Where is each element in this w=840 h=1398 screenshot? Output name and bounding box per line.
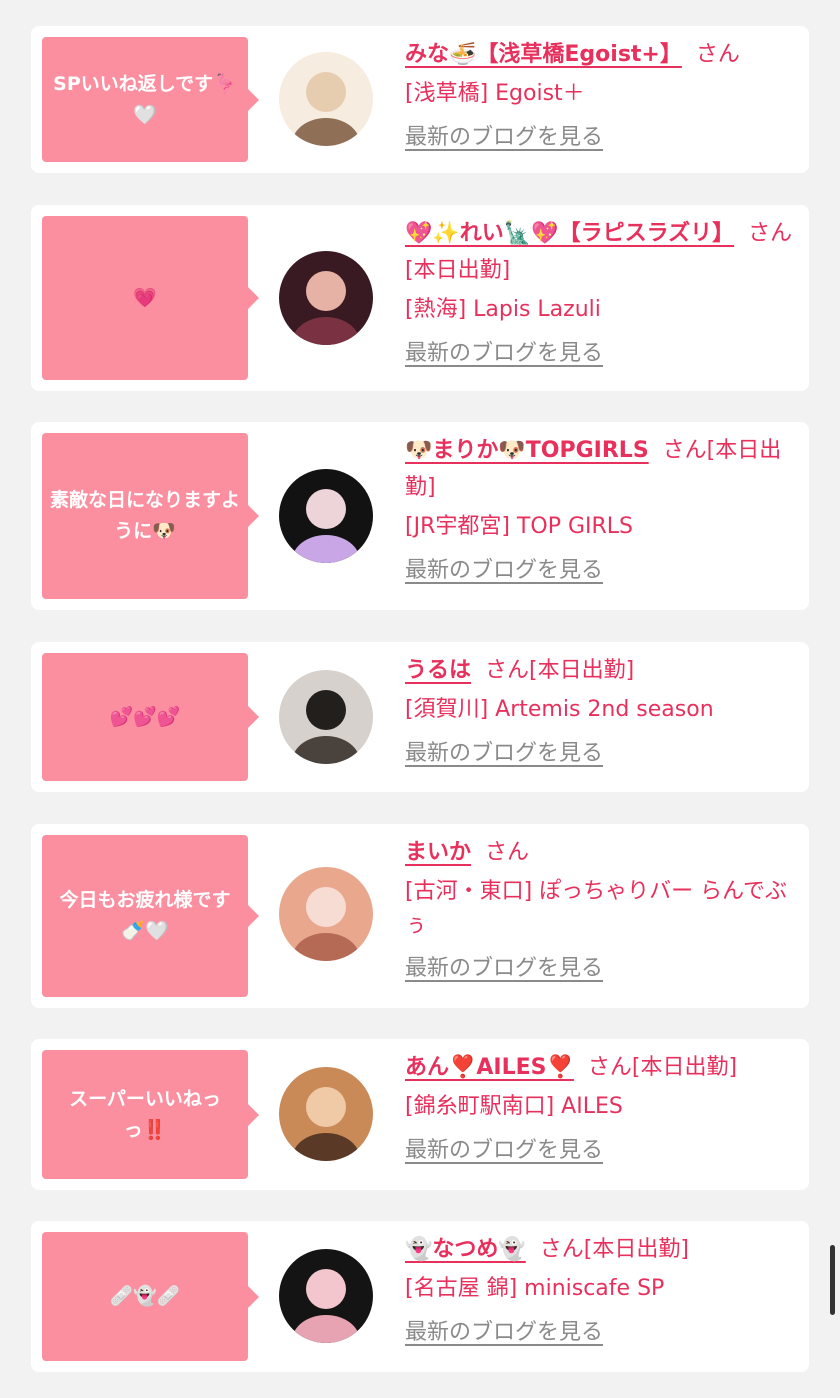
avatar[interactable] bbox=[279, 469, 373, 563]
entry-info: 👻なつめ👻 さん[本日出勤] [名古屋 錦] miniscafe SP 最新のブロ… bbox=[405, 1231, 799, 1353]
avatar-photo bbox=[279, 670, 373, 764]
entry-info: 💖✨れい🗽💖【ラピスラズリ】 さん[本日出勤] [熱海] Lapis Lazuli… bbox=[405, 215, 799, 374]
message-text: 今日もお疲れ様です🍼🤍 bbox=[59, 889, 231, 942]
entry-info: うるは さん[本日出勤] [須賀川] Artemis 2nd season 最新の… bbox=[405, 652, 799, 774]
avatar[interactable] bbox=[279, 1067, 373, 1161]
message-bubble: SPいいね返しです🦩🤍 bbox=[42, 37, 259, 162]
entry-info: まいか さん [古河・東口] ぽっちゃりバー らんでぶぅ 最新のブログを見る bbox=[405, 834, 799, 989]
name-line: 👻なつめ👻 さん[本日出勤] bbox=[405, 1231, 799, 1268]
name-line: まいか さん bbox=[405, 834, 799, 871]
avatar[interactable] bbox=[279, 251, 373, 345]
message-text: 💗 bbox=[133, 286, 157, 309]
message-text: 🩹👻🩹 bbox=[109, 1285, 181, 1307]
name-line: うるは さん[本日出勤] bbox=[405, 652, 799, 689]
message-bubble: スーパーいいねっっ‼️ bbox=[42, 1050, 259, 1179]
message-bubble: 🩹👻🩹 bbox=[42, 1232, 259, 1361]
avatar-photo bbox=[279, 1249, 373, 1343]
girl-name-link[interactable]: うるは bbox=[405, 658, 471, 683]
honorific: さん[本日出勤] bbox=[539, 1237, 689, 1262]
shop-name: [古河・東口] ぽっちゃりバー らんでぶぅ bbox=[405, 879, 788, 938]
latest-blog-link[interactable]: 最新のブログを見る bbox=[405, 117, 603, 158]
honorific: さん[本日出勤] bbox=[587, 1055, 738, 1080]
message-bubble: 💗 bbox=[42, 216, 259, 380]
scrollbar[interactable] bbox=[830, 1245, 835, 1315]
list-item: 💗 💖✨れい🗽💖【ラピスラズリ】 さん[本日出勤] [熱海] Lapis Lazu… bbox=[31, 205, 809, 391]
girl-name-link[interactable]: 💖✨れい🗽💖【ラピスラズリ】 bbox=[405, 221, 734, 246]
avatar[interactable] bbox=[279, 867, 373, 961]
avatar-photo bbox=[279, 1067, 373, 1161]
list-item: 💕💕💕 うるは さん[本日出勤] [須賀川] Artemis 2nd season… bbox=[31, 642, 809, 792]
avatar-photo bbox=[279, 469, 373, 563]
list-item: スーパーいいねっっ‼️ あん❣️AILES❣️ さん[本日出勤] [錦糸町駅南口]… bbox=[31, 1039, 809, 1190]
girl-name-link[interactable]: 👻なつめ👻 bbox=[405, 1237, 526, 1262]
entry-info: 🐶まりか🐶TOPGIRLS さん[本日出勤] [JR宇都宮] TOP GIRLS … bbox=[405, 432, 799, 591]
latest-blog-link[interactable]: 最新のブログを見る bbox=[405, 733, 603, 774]
message-text: 素敵な日になりますように🐶 bbox=[50, 489, 241, 542]
list-item: 🩹👻🩹 👻なつめ👻 さん[本日出勤] [名古屋 錦] miniscafe SP 最… bbox=[31, 1221, 809, 1372]
latest-blog-link[interactable]: 最新のブログを見る bbox=[405, 550, 603, 591]
message-text: スーパーいいねっっ‼️ bbox=[69, 1087, 221, 1141]
girl-name-link[interactable]: まいか bbox=[405, 840, 471, 865]
message-bubble: 今日もお疲れ様です🍼🤍 bbox=[42, 835, 259, 997]
avatar[interactable] bbox=[279, 52, 373, 146]
honorific: さん[本日出勤] bbox=[485, 658, 635, 683]
list-item: 素敵な日になりますように🐶 🐶まりか🐶TOPGIRLS さん[本日出勤] [JR宇… bbox=[31, 422, 809, 610]
honorific: さん bbox=[695, 42, 740, 67]
avatar-photo bbox=[279, 251, 373, 345]
girl-name-link[interactable]: みな🍜【浅草橋Egoist+】 bbox=[405, 42, 682, 67]
avatar-photo bbox=[279, 867, 373, 961]
list-item: SPいいね返しです🦩🤍 みな🍜【浅草橋Egoist+】 さん [浅草橋] Egoi… bbox=[31, 26, 809, 173]
message-bubble: 💕💕💕 bbox=[42, 653, 259, 781]
message-text: 💕💕💕 bbox=[109, 705, 181, 728]
shop-name: [JR宇都宮] TOP GIRLS bbox=[405, 514, 633, 539]
shop-name: [錦糸町駅南口] AILES bbox=[405, 1094, 623, 1119]
latest-blog-link[interactable]: 最新のブログを見る bbox=[405, 333, 603, 374]
avatar[interactable] bbox=[279, 1249, 373, 1343]
shop-name: [熱海] Lapis Lazuli bbox=[405, 297, 601, 322]
name-line: 🐶まりか🐶TOPGIRLS さん[本日出勤] bbox=[405, 432, 799, 506]
honorific: さん bbox=[485, 840, 530, 865]
name-line: みな🍜【浅草橋Egoist+】 さん bbox=[405, 36, 799, 73]
girl-name-link[interactable]: 🐶まりか🐶TOPGIRLS bbox=[405, 438, 649, 463]
entry-info: みな🍜【浅草橋Egoist+】 さん [浅草橋] Egoist＋ 最新のブログを見… bbox=[405, 36, 799, 158]
latest-blog-link[interactable]: 最新のブログを見る bbox=[405, 948, 603, 989]
shop-name: [浅草橋] Egoist＋ bbox=[405, 81, 585, 106]
avatar[interactable] bbox=[279, 670, 373, 764]
shop-name: [須賀川] Artemis 2nd season bbox=[405, 697, 714, 722]
message-bubble: 素敵な日になりますように🐶 bbox=[42, 433, 259, 599]
name-line: あん❣️AILES❣️ さん[本日出勤] bbox=[405, 1049, 799, 1086]
girl-name-link[interactable]: あん❣️AILES❣️ bbox=[405, 1055, 574, 1080]
latest-blog-link[interactable]: 最新のブログを見る bbox=[405, 1312, 603, 1353]
latest-blog-link[interactable]: 最新のブログを見る bbox=[405, 1130, 603, 1171]
shop-name: [名古屋 錦] miniscafe SP bbox=[405, 1276, 665, 1301]
entry-info: あん❣️AILES❣️ さん[本日出勤] [錦糸町駅南口] AILES 最新のブロ… bbox=[405, 1049, 799, 1171]
name-line: 💖✨れい🗽💖【ラピスラズリ】 さん[本日出勤] bbox=[405, 215, 799, 289]
avatar-photo bbox=[279, 52, 373, 146]
list-item: 今日もお疲れ様です🍼🤍 まいか さん [古河・東口] ぽっちゃりバー らんでぶぅ … bbox=[31, 824, 809, 1008]
message-text: SPいいね返しです🦩🤍 bbox=[53, 72, 237, 126]
